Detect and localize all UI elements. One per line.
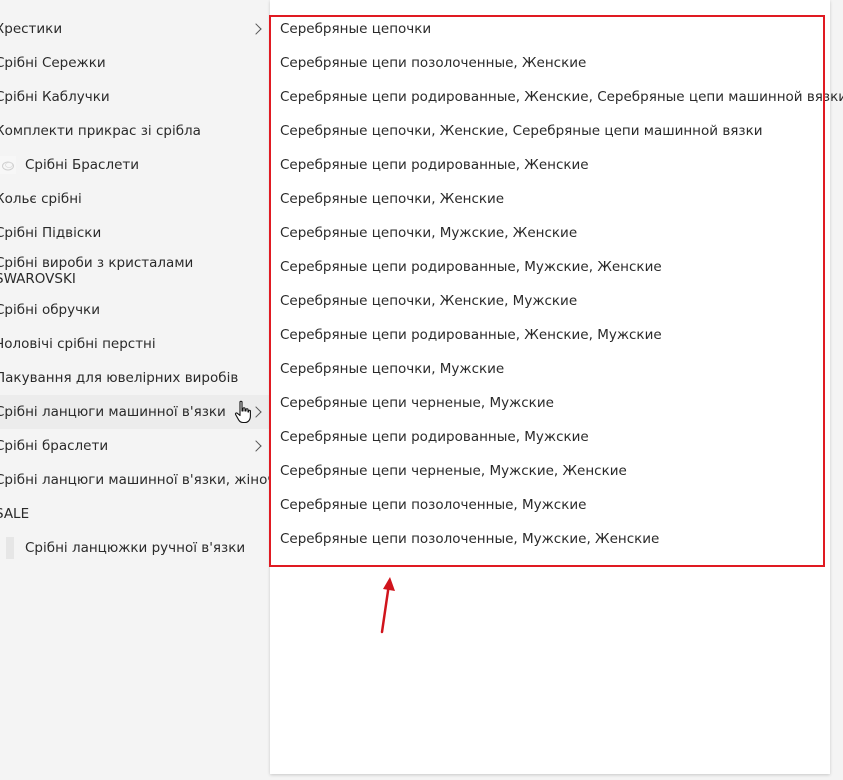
sidebar-menu: Хрестики Срібні Сережки Срібні Каблучки … — [0, 0, 270, 780]
submenu-item[interactable]: Серебряные цепочки, Женские, Серебряные … — [280, 114, 763, 148]
sidebar-item-label: Срібні Каблучки — [0, 89, 110, 105]
submenu-item[interactable]: Серебряные цепи родированные, Мужские, Ж… — [280, 250, 662, 284]
submenu-item[interactable]: Серебряные цепочки, Женские — [280, 182, 504, 216]
sidebar-item-label: Чоловічі срібні перстні — [0, 336, 156, 352]
submenu-item[interactable]: Серебряные цепи родированные, Женские, М… — [280, 318, 662, 352]
submenu-item[interactable]: Серебряные цепи позолоченные, Мужские, Ж… — [280, 522, 659, 556]
sidebar-item-pendants[interactable]: Срібні Підвіски — [0, 216, 270, 250]
sidebar-item-machine-chains-women[interactable]: Срібні ланцюги машинної в'язки, жіночі — [0, 463, 270, 497]
submenu-item[interactable]: Серебряные цепи черненые, Мужские — [280, 386, 554, 420]
submenu-item[interactable]: Серебряные цепочки — [280, 12, 431, 46]
submenu-item[interactable]: Серебряные цепочки, Женские, Мужские — [280, 284, 577, 318]
chevron-right-icon — [250, 440, 262, 452]
submenu-item[interactable]: Серебряные цепи черненые, Мужские, Женск… — [280, 454, 627, 488]
sidebar-item-label: Комплекти прикрас зі срібла — [0, 123, 201, 139]
sidebar-item-label: Срібні браслети — [0, 438, 109, 454]
sidebar-item-handmade-chains[interactable]: Срібні ланцюжки ручної в'язки — [0, 531, 270, 565]
submenu-item[interactable]: Серебряные цепи родированные, Женские — [280, 148, 589, 182]
sidebar-item-label: Пакування для ювелірних виробів — [0, 370, 239, 386]
sidebar-item-label: Хрестики — [0, 21, 63, 37]
sidebar-item-label: Кольє срібні — [0, 191, 82, 207]
submenu-item[interactable]: Серебряные цепи позолоченные, Мужские — [280, 488, 586, 522]
hand-pointer-icon — [234, 400, 251, 424]
sidebar-item-label: Срібні ланцюги машинної в'язки, жіночі — [0, 472, 270, 488]
sidebar-item-bracelets-thumb[interactable]: Срібні Браслети — [0, 148, 270, 182]
sidebar-item-label: Срібні ланцюжки ручної в'язки — [25, 540, 246, 556]
sidebar-item-bracelets[interactable]: Срібні браслети — [0, 429, 270, 463]
sidebar-item-label: Срібні ланцюги машинної в'язки — [0, 404, 226, 420]
submenu-item[interactable]: Серебряные цепочки, Мужские, Женские — [280, 216, 577, 250]
sidebar-item-swarovski[interactable]: Срібні вироби з кристалами SWAROVSKI — [0, 250, 270, 292]
sidebar-item-machine-chains[interactable]: Срібні ланцюги машинної в'язки — [0, 395, 270, 429]
chevron-right-icon — [250, 406, 262, 418]
sidebar-item-label: Срібні вироби з кристалами SWAROVSKI — [0, 255, 194, 287]
submenu-item[interactable]: Серебряные цепи родированные, Женские, С… — [280, 80, 843, 114]
sidebar-item-packaging[interactable]: Пакування для ювелірних виробів — [0, 361, 270, 395]
sidebar-item-sale[interactable]: SALE — [0, 497, 270, 531]
sidebar-item-wedding-rings[interactable]: Срібні обручки — [0, 293, 270, 327]
submenu-panel: Серебряные цепочки Серебряные цепи позол… — [270, 0, 843, 774]
sidebar-item-rings[interactable]: Срібні Каблучки — [0, 80, 270, 114]
sidebar-item-label: Срібні обручки — [0, 302, 100, 318]
sidebar-item-jewelry-sets[interactable]: Комплекти прикрас зі срібла — [0, 114, 270, 148]
sidebar-item-label: Срібні Підвіски — [0, 225, 102, 241]
sidebar-item-earrings[interactable]: Срібні Сережки — [0, 46, 270, 80]
sidebar-item-mens-rings[interactable]: Чоловічі срібні перстні — [0, 327, 270, 361]
submenu-item[interactable]: Серебряные цепочки, Мужские — [280, 352, 504, 386]
bracelet-thumbnail-icon — [0, 156, 16, 174]
placeholder-thumbnail-icon — [6, 537, 14, 559]
submenu-item[interactable]: Серебряные цепи позолоченные, Женские — [280, 46, 586, 80]
sidebar-item-label: Срібні Браслети — [25, 157, 140, 173]
sidebar-item-crosses[interactable]: Хрестики — [0, 12, 270, 46]
sidebar-item-label: SALE — [0, 506, 30, 522]
chevron-right-icon — [250, 23, 262, 35]
sidebar-item-label: Срібні Сережки — [0, 55, 106, 71]
submenu-item[interactable]: Серебряные цепи родированные, Мужские — [280, 420, 589, 454]
sidebar-item-necklaces[interactable]: Кольє срібні — [0, 182, 270, 216]
